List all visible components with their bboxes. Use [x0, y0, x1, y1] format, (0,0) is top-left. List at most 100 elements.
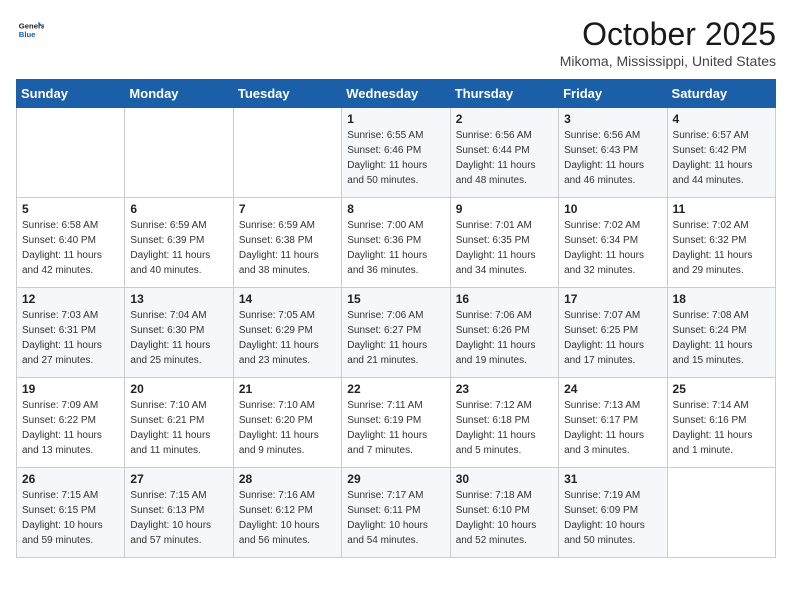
weekday-header-row: SundayMondayTuesdayWednesdayThursdayFrid…	[17, 80, 776, 108]
calendar-cell: 4Sunrise: 6:57 AM Sunset: 6:42 PM Daylig…	[667, 108, 775, 198]
day-info: Sunrise: 7:04 AM Sunset: 6:30 PM Dayligh…	[130, 308, 227, 368]
day-number: 10	[564, 202, 661, 216]
calendar-week-1: 1 Sunrise: 6:55 AM Sunset: 6:46 PM Daylig…	[17, 108, 776, 198]
day-number: 20	[130, 382, 227, 396]
day-info: Sunrise: 7:10 AM Sunset: 6:20 PM Dayligh…	[239, 398, 336, 458]
location-subtitle: Mikoma, Mississippi, United States	[560, 53, 776, 69]
calendar-cell: 26Sunrise: 7:15 AM Sunset: 6:15 PM Dayli…	[17, 468, 125, 558]
day-number: 1	[347, 112, 444, 126]
day-number: 31	[564, 472, 661, 486]
day-info: Sunrise: 7:06 AM Sunset: 6:26 PM Dayligh…	[456, 308, 553, 368]
calendar-cell: 23 Sunrise: 7:12 AM Sunset: 6:18 PM Dayli…	[450, 378, 558, 468]
day-number: 25	[673, 382, 770, 396]
calendar-cell: 2Sunrise: 6:56 AM Sunset: 6:44 PM Daylig…	[450, 108, 558, 198]
day-number: 11	[673, 202, 770, 216]
calendar-cell: 10 Sunrise: 7:02 AM Sunset: 6:34 PM Dayli…	[559, 198, 667, 288]
calendar-cell: 16Sunrise: 7:06 AM Sunset: 6:26 PM Dayli…	[450, 288, 558, 378]
calendar-cell: 28Sunrise: 7:16 AM Sunset: 6:12 PM Dayli…	[233, 468, 341, 558]
day-info: Sunrise: 7:18 AM Sunset: 6:10 PM Dayligh…	[456, 488, 553, 548]
weekday-monday: Monday	[125, 80, 233, 108]
day-info: Sunrise: 7:15 AM Sunset: 6:13 PM Dayligh…	[130, 488, 227, 548]
day-info: Sunrise: 7:05 AM Sunset: 6:29 PM Dayligh…	[239, 308, 336, 368]
calendar-week-4: 19 Sunrise: 7:09 AM Sunset: 6:22 PM Dayli…	[17, 378, 776, 468]
calendar-body: 1 Sunrise: 6:55 AM Sunset: 6:46 PM Daylig…	[17, 108, 776, 558]
day-number: 7	[239, 202, 336, 216]
day-info: Sunrise: 7:01 AM Sunset: 6:35 PM Dayligh…	[456, 218, 553, 278]
calendar-cell: 7 Sunrise: 6:59 AM Sunset: 6:38 PM Daylig…	[233, 198, 341, 288]
calendar-week-5: 26Sunrise: 7:15 AM Sunset: 6:15 PM Dayli…	[17, 468, 776, 558]
calendar-table: SundayMondayTuesdayWednesdayThursdayFrid…	[16, 79, 776, 558]
day-number: 14	[239, 292, 336, 306]
day-info: Sunrise: 7:06 AM Sunset: 6:27 PM Dayligh…	[347, 308, 444, 368]
day-number: 3	[564, 112, 661, 126]
day-info: Sunrise: 7:12 AM Sunset: 6:18 PM Dayligh…	[456, 398, 553, 458]
calendar-cell: 25Sunrise: 7:14 AM Sunset: 6:16 PM Dayli…	[667, 378, 775, 468]
day-number: 5	[22, 202, 119, 216]
calendar-cell: 11 Sunrise: 7:02 AM Sunset: 6:32 PM Dayli…	[667, 198, 775, 288]
calendar-cell: 15 Sunrise: 7:06 AM Sunset: 6:27 PM Dayli…	[342, 288, 450, 378]
day-info: Sunrise: 6:59 AM Sunset: 6:38 PM Dayligh…	[239, 218, 336, 278]
calendar-cell: 9 Sunrise: 7:01 AM Sunset: 6:35 PM Daylig…	[450, 198, 558, 288]
day-number: 17	[564, 292, 661, 306]
calendar-cell: 3Sunrise: 6:56 AM Sunset: 6:43 PM Daylig…	[559, 108, 667, 198]
calendar-cell: 6 Sunrise: 6:59 AM Sunset: 6:39 PM Daylig…	[125, 198, 233, 288]
day-number: 26	[22, 472, 119, 486]
day-number: 15	[347, 292, 444, 306]
calendar-cell: 14 Sunrise: 7:05 AM Sunset: 6:29 PM Dayli…	[233, 288, 341, 378]
day-info: Sunrise: 6:57 AM Sunset: 6:42 PM Dayligh…	[673, 128, 770, 188]
calendar-cell	[667, 468, 775, 558]
day-info: Sunrise: 6:58 AM Sunset: 6:40 PM Dayligh…	[22, 218, 119, 278]
day-info: Sunrise: 7:03 AM Sunset: 6:31 PM Dayligh…	[22, 308, 119, 368]
svg-text:General: General	[19, 22, 44, 31]
weekday-sunday: Sunday	[17, 80, 125, 108]
day-number: 8	[347, 202, 444, 216]
day-number: 23	[456, 382, 553, 396]
day-number: 19	[22, 382, 119, 396]
calendar-cell: 22Sunrise: 7:11 AM Sunset: 6:19 PM Dayli…	[342, 378, 450, 468]
day-number: 12	[22, 292, 119, 306]
weekday-thursday: Thursday	[450, 80, 558, 108]
calendar-cell: 29Sunrise: 7:17 AM Sunset: 6:11 PM Dayli…	[342, 468, 450, 558]
logo: General Blue	[16, 16, 44, 44]
calendar-cell: 27 Sunrise: 7:15 AM Sunset: 6:13 PM Dayli…	[125, 468, 233, 558]
day-number: 2	[456, 112, 553, 126]
day-number: 21	[239, 382, 336, 396]
weekday-tuesday: Tuesday	[233, 80, 341, 108]
day-info: Sunrise: 7:02 AM Sunset: 6:32 PM Dayligh…	[673, 218, 770, 278]
day-number: 24	[564, 382, 661, 396]
calendar-cell	[233, 108, 341, 198]
day-info: Sunrise: 7:10 AM Sunset: 6:21 PM Dayligh…	[130, 398, 227, 458]
day-info: Sunrise: 7:13 AM Sunset: 6:17 PM Dayligh…	[564, 398, 661, 458]
calendar-cell: 17 Sunrise: 7:07 AM Sunset: 6:25 PM Dayli…	[559, 288, 667, 378]
day-info: Sunrise: 7:08 AM Sunset: 6:24 PM Dayligh…	[673, 308, 770, 368]
calendar-week-3: 12 Sunrise: 7:03 AM Sunset: 6:31 PM Dayli…	[17, 288, 776, 378]
day-info: Sunrise: 7:17 AM Sunset: 6:11 PM Dayligh…	[347, 488, 444, 548]
day-info: Sunrise: 6:59 AM Sunset: 6:39 PM Dayligh…	[130, 218, 227, 278]
day-number: 6	[130, 202, 227, 216]
calendar-cell: 8 Sunrise: 7:00 AM Sunset: 6:36 PM Daylig…	[342, 198, 450, 288]
day-info: Sunrise: 7:02 AM Sunset: 6:34 PM Dayligh…	[564, 218, 661, 278]
calendar-cell	[125, 108, 233, 198]
day-info: Sunrise: 6:55 AM Sunset: 6:46 PM Dayligh…	[347, 128, 444, 188]
day-number: 18	[673, 292, 770, 306]
weekday-friday: Friday	[559, 80, 667, 108]
calendar-cell: 13Sunrise: 7:04 AM Sunset: 6:30 PM Dayli…	[125, 288, 233, 378]
day-info: Sunrise: 7:11 AM Sunset: 6:19 PM Dayligh…	[347, 398, 444, 458]
calendar-cell: 20 Sunrise: 7:10 AM Sunset: 6:21 PM Dayli…	[125, 378, 233, 468]
day-info: Sunrise: 7:00 AM Sunset: 6:36 PM Dayligh…	[347, 218, 444, 278]
day-info: Sunrise: 7:09 AM Sunset: 6:22 PM Dayligh…	[22, 398, 119, 458]
day-number: 27	[130, 472, 227, 486]
weekday-wednesday: Wednesday	[342, 80, 450, 108]
day-info: Sunrise: 7:07 AM Sunset: 6:25 PM Dayligh…	[564, 308, 661, 368]
day-number: 9	[456, 202, 553, 216]
calendar-week-2: 5 Sunrise: 6:58 AM Sunset: 6:40 PM Daylig…	[17, 198, 776, 288]
day-number: 28	[239, 472, 336, 486]
logo-icon: General Blue	[16, 16, 44, 44]
calendar-cell: 19 Sunrise: 7:09 AM Sunset: 6:22 PM Dayli…	[17, 378, 125, 468]
calendar-cell: 21 Sunrise: 7:10 AM Sunset: 6:20 PM Dayli…	[233, 378, 341, 468]
calendar-cell: 18 Sunrise: 7:08 AM Sunset: 6:24 PM Dayli…	[667, 288, 775, 378]
calendar-header: SundayMondayTuesdayWednesdayThursdayFrid…	[17, 80, 776, 108]
weekday-saturday: Saturday	[667, 80, 775, 108]
svg-text:Blue: Blue	[19, 30, 36, 39]
calendar-cell	[17, 108, 125, 198]
